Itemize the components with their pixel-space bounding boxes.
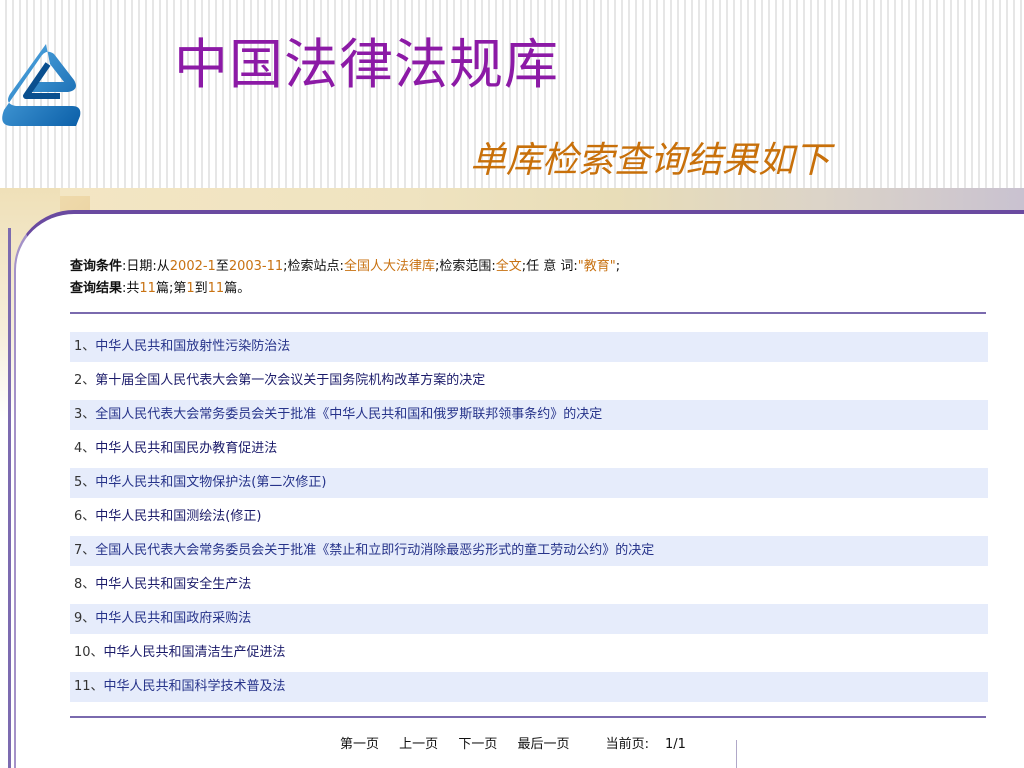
page-title: 中国法律法规库 — [174, 33, 559, 96]
result-link[interactable]: 中华人民共和国政府采购法 — [95, 611, 251, 626]
divider-top — [70, 312, 986, 314]
query-conditions-label: 查询条件 — [70, 259, 123, 274]
logo-icon — [2, 40, 84, 132]
list-item[interactable]: 3、全国人民代表大会常务委员会关于批准《中华人民共和国和俄罗斯联邦领事条约》的决… — [70, 400, 988, 430]
list-item[interactable]: 4、中华人民共和国民办教育促进法 — [70, 434, 988, 464]
result-total: 11 — [139, 281, 156, 296]
result-link[interactable]: 中华人民共和国清洁生产促进法 — [104, 645, 286, 660]
result-link[interactable]: 全国人民代表大会常务委员会关于批准《禁止和立即行动消除最恶劣形式的童工劳动公约》… — [95, 543, 654, 558]
search-scope: 全文 — [495, 259, 522, 274]
list-item[interactable]: 10、中华人民共和国清洁生产促进法 — [70, 638, 988, 668]
result-link[interactable]: 中华人民共和国民办教育促进法 — [95, 441, 277, 456]
current-page-label: 当前页: — [605, 737, 650, 752]
search-keyword: "教育" — [577, 259, 616, 274]
current-page-value: 1/1 — [665, 737, 686, 752]
result-link[interactable]: 中华人民共和国放射性污染防治法 — [95, 339, 290, 354]
last-page-link[interactable]: 最后一页 — [517, 737, 569, 752]
list-item[interactable]: 6、中华人民共和国测绘法(修正) — [70, 502, 988, 532]
search-station: 全国人大法律库 — [343, 259, 435, 274]
divider-vertical — [736, 740, 737, 768]
date-to: 2003-11 — [228, 259, 284, 274]
list-item[interactable]: 7、全国人民代表大会常务委员会关于批准《禁止和立即行动消除最恶劣形式的童工劳动公… — [70, 536, 988, 566]
query-results-line: 查询结果:共11篇;第1到11篇。 — [70, 281, 251, 296]
result-link[interactable]: 全国人民代表大会常务委员会关于批准《中华人民共和国和俄罗斯联邦领事条约》的决定 — [95, 407, 602, 422]
side-strip — [8, 228, 11, 768]
result-link[interactable]: 中华人民共和国测绘法(修正) — [95, 509, 261, 524]
next-page-link[interactable]: 下一页 — [458, 737, 497, 752]
query-results-label: 查询结果 — [70, 281, 123, 296]
page-subtitle: 单库检索查询结果如下 — [470, 140, 831, 181]
list-item[interactable]: 11、中华人民共和国科学技术普及法 — [70, 672, 988, 702]
result-to: 11 — [207, 281, 225, 296]
result-link[interactable]: 第十届全国人民代表大会第一次会议关于国务院机构改革方案的决定 — [95, 373, 485, 388]
first-page-link[interactable]: 第一页 — [340, 737, 379, 752]
list-item[interactable]: 5、中华人民共和国文物保护法(第二次修正) — [70, 468, 988, 498]
result-link[interactable]: 中华人民共和国科学技术普及法 — [104, 679, 286, 694]
pagination: 第一页 上一页 下一页 最后一页 当前页: 1/1 — [340, 733, 702, 752]
list-item[interactable]: 8、中华人民共和国安全生产法 — [70, 570, 988, 600]
results-list: 1、中华人民共和国放射性污染防治法 2、第十届全国人民代表大会第一次会议关于国务… — [70, 332, 988, 706]
query-summary: 查询条件:日期:从2002-1至2003-11;检索站点:全国人大法律库;检索范… — [70, 256, 620, 300]
prev-page-link[interactable]: 上一页 — [399, 737, 438, 752]
list-item[interactable]: 2、第十届全国人民代表大会第一次会议关于国务院机构改革方案的决定 — [70, 366, 988, 396]
list-item[interactable]: 9、中华人民共和国政府采购法 — [70, 604, 988, 634]
divider-bottom — [70, 716, 986, 718]
query-conditions-line: 查询条件:日期:从2002-1至2003-11;检索站点:全国人大法律库;检索范… — [70, 259, 621, 274]
result-from: 1 — [186, 281, 195, 296]
list-item[interactable]: 1、中华人民共和国放射性污染防治法 — [70, 332, 988, 362]
date-from: 2002-1 — [169, 259, 216, 274]
result-link[interactable]: 中华人民共和国安全生产法 — [95, 577, 251, 592]
result-link[interactable]: 中华人民共和国文物保护法(第二次修正) — [95, 475, 326, 490]
